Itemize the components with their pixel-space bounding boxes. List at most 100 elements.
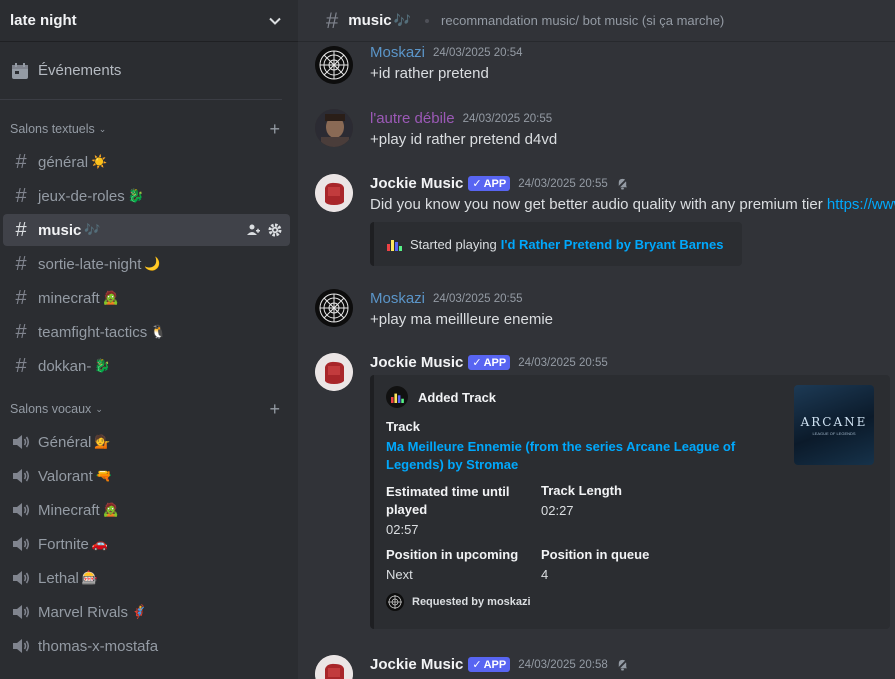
footer-text: Requested by moskazi bbox=[412, 596, 531, 608]
avatar[interactable] bbox=[315, 109, 353, 147]
channel-name: Fortnite bbox=[38, 535, 89, 553]
sidebar-item-music[interactable]: # music 🎶 bbox=[3, 214, 290, 246]
channel-emoji: 🧟 bbox=[102, 290, 119, 305]
timestamp: 24/03/2025 20:55 bbox=[518, 356, 608, 369]
author-name[interactable]: Jockie Music bbox=[370, 175, 463, 192]
server-header[interactable]: late night bbox=[0, 0, 298, 42]
track-link[interactable]: I'd Rather Pretend by Bryant Barnes bbox=[501, 237, 724, 252]
sidebar-item-general[interactable]: # général ☀️ bbox=[3, 146, 290, 178]
message-text: +play id rather pretend d4vd bbox=[370, 131, 558, 148]
author-name[interactable]: Jockie Music bbox=[370, 354, 463, 371]
channel-emoji: 🐉 bbox=[127, 188, 144, 203]
bot-avatar-icon bbox=[315, 655, 353, 679]
chevron-down-icon: ⌄ bbox=[95, 403, 103, 414]
field-length-label: Track Length bbox=[541, 483, 622, 498]
message-text: +play ma meillleure enemie bbox=[370, 311, 554, 328]
channel-name: Marvel Rivals bbox=[38, 603, 129, 621]
channel-emoji: 💁 bbox=[94, 434, 111, 449]
sidebar-item-teamfight-tactics[interactable]: # teamfight-tactics 🐧 bbox=[3, 316, 290, 348]
text-category-header[interactable]: Salons textuels ⌄ + bbox=[0, 114, 298, 144]
field-est-value: 02:57 bbox=[386, 522, 419, 537]
channel-emoji: ☀️ bbox=[91, 154, 108, 169]
channel-name: Lethal bbox=[38, 569, 79, 587]
hash-icon: # bbox=[15, 218, 27, 241]
check-icon: ✓ bbox=[472, 659, 482, 671]
muted-bell-icon bbox=[616, 177, 629, 190]
equalizer-icon bbox=[386, 386, 408, 408]
sidebar-item-voice-fortnite[interactable]: Fortnite 🚗 bbox=[3, 528, 290, 560]
hash-icon: # bbox=[326, 7, 339, 33]
avatar[interactable] bbox=[315, 46, 353, 84]
channel-topic[interactable]: recommandation music/ bot music (si ça m… bbox=[441, 13, 724, 28]
message-list[interactable]: Moskazi 24/03/2025 20:54 +id rather pret… bbox=[298, 42, 895, 679]
hash-icon: # bbox=[15, 320, 27, 343]
channel-name: Général bbox=[38, 433, 92, 451]
chevron-down-icon: ⌄ bbox=[98, 123, 107, 134]
muted-bell-icon bbox=[616, 658, 629, 671]
track-link[interactable]: Ma Meilleure Ennemie (from the series Ar… bbox=[386, 438, 746, 474]
embed-title: Added Track bbox=[418, 389, 497, 405]
timestamp: 24/03/2025 20:58 bbox=[518, 658, 608, 671]
hash-icon: # bbox=[15, 184, 27, 207]
app-badge: ✓ APP bbox=[468, 657, 511, 672]
author-name[interactable]: l'autre débile bbox=[370, 110, 455, 127]
channel-name: music bbox=[38, 221, 82, 239]
channel-name: dokkan- bbox=[38, 357, 92, 375]
sidebar-item-voice-valorant[interactable]: Valorant 🔫 bbox=[3, 460, 290, 492]
add-text-channel-icon[interactable]: + bbox=[269, 120, 280, 138]
author-name[interactable]: Jockie Music bbox=[370, 656, 463, 673]
embed-footer: Requested by moskazi bbox=[386, 593, 531, 611]
author-name[interactable]: Moskazi bbox=[370, 290, 425, 307]
check-icon: ✓ bbox=[472, 178, 482, 190]
app-badge: ✓ APP bbox=[468, 355, 511, 370]
add-voice-channel-icon[interactable]: + bbox=[269, 400, 280, 418]
premium-link[interactable]: https://www.jockiemusic.com bbox=[827, 196, 895, 213]
speaker-icon bbox=[13, 571, 30, 585]
author-name[interactable]: Moskazi bbox=[370, 44, 425, 61]
thumbnail-subtitle: LEAGUE OF LEGENDS bbox=[812, 430, 856, 436]
sidebar-item-minecraft[interactable]: # minecraft 🧟 bbox=[3, 282, 290, 314]
channel-emoji: 🌙 bbox=[144, 256, 161, 271]
speaker-icon bbox=[13, 537, 30, 551]
album-thumbnail[interactable]: ARCANE LEAGUE OF LEGENDS bbox=[794, 385, 874, 465]
sidebar-item-jeux-de-roles[interactable]: # jeux-de-roles 🐉 bbox=[3, 180, 290, 212]
avatar[interactable] bbox=[315, 289, 353, 327]
channel-emoji: 🚗 bbox=[91, 536, 109, 551]
added-track-embed: Added Track ARCANE LEAGUE OF LEGENDS Tra… bbox=[370, 375, 890, 629]
embed-prefix: Started playing bbox=[410, 236, 497, 252]
channel-name: thomas-x-mostafa bbox=[38, 637, 159, 655]
speaker-icon bbox=[13, 503, 30, 517]
sidebar-item-voice-minecraft[interactable]: Minecraft 🧟 bbox=[3, 494, 290, 526]
message-text: +id rather pretend bbox=[370, 65, 489, 82]
add-member-icon[interactable] bbox=[246, 223, 260, 237]
web-avatar-icon bbox=[315, 289, 353, 327]
check-icon: ✓ bbox=[472, 357, 482, 369]
channel-title-emoji: 🎶 bbox=[393, 12, 412, 28]
sidebar-item-voice-marvel-rivals[interactable]: Marvel Rivals 🦸 bbox=[3, 596, 290, 628]
timestamp: 24/03/2025 20:55 bbox=[518, 177, 608, 190]
channel-name: Valorant bbox=[38, 467, 93, 485]
message-text: Did you know you now get better audio qu… bbox=[370, 196, 895, 213]
voice-category-header[interactable]: Salons vocaux ⌄ + bbox=[0, 394, 298, 424]
sidebar-item-voice-general[interactable]: Général 💁 bbox=[3, 426, 290, 458]
sidebar-item-sortie-late-night[interactable]: # sortie-late-night 🌙 bbox=[3, 248, 290, 280]
sidebar-item-dokkan[interactable]: # dokkan- 🐉 bbox=[3, 350, 290, 382]
gear-icon[interactable] bbox=[268, 223, 282, 237]
server-name: late night bbox=[10, 12, 77, 29]
field-upcoming-label: Position in upcoming bbox=[386, 547, 519, 562]
timestamp: 24/03/2025 20:55 bbox=[462, 112, 553, 125]
sidebar-item-voice-lethal[interactable]: Lethal 🎰 bbox=[3, 562, 290, 594]
events-label: Événements bbox=[38, 62, 122, 79]
avatar[interactable] bbox=[315, 655, 353, 679]
channel-emoji: 🦸 bbox=[131, 604, 148, 619]
avatar[interactable] bbox=[315, 174, 353, 212]
user-avatar-icon bbox=[315, 109, 353, 147]
hash-icon: # bbox=[15, 286, 27, 309]
sidebar-item-voice-thomas-x-mostafa[interactable]: thomas-x-mostafa bbox=[3, 630, 290, 662]
field-length-value: 02:27 bbox=[541, 503, 574, 518]
locked-hash-icon: # bbox=[15, 354, 27, 377]
avatar[interactable] bbox=[315, 353, 353, 391]
timestamp: 24/03/2025 20:54 bbox=[433, 46, 523, 59]
events-link[interactable]: Événements bbox=[0, 42, 282, 100]
channel-name: sortie-late-night bbox=[38, 255, 142, 273]
